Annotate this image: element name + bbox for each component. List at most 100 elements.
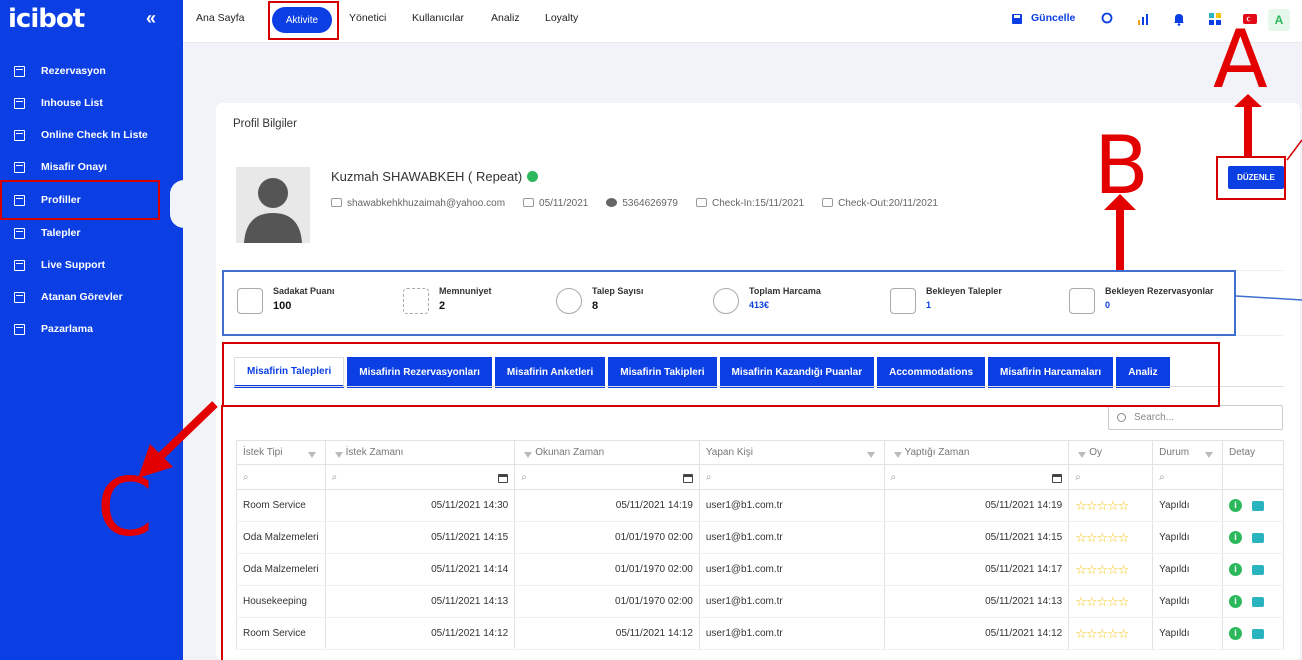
- filter-cell[interactable]: ⌕: [514, 464, 700, 490]
- column-header[interactable]: İstek Zamanı: [324, 440, 516, 465]
- save-icon[interactable]: [1011, 13, 1023, 25]
- sidebar-item-rezervasyon[interactable]: Rezervasyon: [0, 55, 183, 87]
- stat-loyalty-points: Sadakat Puanı 100: [237, 286, 335, 314]
- tab-misafirin-rezervasyonlari[interactable]: Misafirin Rezervasyonları: [347, 357, 492, 388]
- column-header[interactable]: Yaptığı Zaman: [883, 440, 1070, 465]
- tab-loyalty[interactable]: Loyalty: [545, 12, 578, 24]
- document-icon: [237, 288, 263, 314]
- cell-rating[interactable]: ☆☆☆☆☆: [1068, 585, 1154, 618]
- info-icon[interactable]: i: [1229, 499, 1242, 512]
- bell-icon[interactable]: [1171, 11, 1187, 27]
- tab-ana-sayfa[interactable]: Ana Sayfa: [196, 12, 244, 24]
- sidebar-item-live-support[interactable]: Live Support: [0, 249, 183, 281]
- calendar-icon[interactable]: [682, 473, 693, 483]
- filter-icon[interactable]: [524, 452, 533, 458]
- cell-rating[interactable]: ☆☆☆☆☆: [1068, 617, 1154, 650]
- filter-cell[interactable]: ⌕: [324, 464, 516, 490]
- stat-value: 2: [439, 300, 446, 312]
- sidebar-item-inhouse-list[interactable]: Inhouse List: [0, 87, 183, 119]
- sidebar-item-online-check-in[interactable]: Online Check In Liste: [0, 119, 183, 151]
- calendar-icon[interactable]: [1052, 473, 1063, 483]
- star-rating-icon[interactable]: ☆☆☆☆☆: [1075, 498, 1129, 513]
- guest-phone: 5364626979: [622, 198, 678, 209]
- cell-rating[interactable]: ☆☆☆☆☆: [1068, 489, 1154, 522]
- column-header[interactable]: İstek Tipi: [236, 440, 326, 465]
- sidebar-item-talepler[interactable]: Talepler: [0, 217, 183, 249]
- filter-icon[interactable]: [893, 452, 902, 458]
- user-avatar[interactable]: A: [1268, 9, 1290, 31]
- search-input[interactable]: Search...: [1108, 405, 1283, 430]
- chat-icon[interactable]: [1252, 628, 1264, 639]
- cell-okunan: 01/01/1970 02:00: [514, 585, 700, 618]
- chat-icon[interactable]: [1252, 500, 1264, 511]
- sidebar-item-label: Live Support: [41, 259, 106, 271]
- filter-icon[interactable]: [866, 452, 875, 458]
- cell-rating[interactable]: ☆☆☆☆☆: [1068, 521, 1154, 554]
- info-icon[interactable]: i: [1229, 627, 1242, 640]
- tab-analiz[interactable]: Analiz: [491, 12, 520, 24]
- filter-cell[interactable]: ⌕: [1068, 464, 1154, 490]
- column-header[interactable]: Oy: [1068, 440, 1154, 465]
- filter-icon[interactable]: [334, 452, 343, 458]
- cell-istek: 05/11/2021 14:14: [324, 553, 516, 586]
- tab-accommodations[interactable]: Accommodations: [877, 357, 986, 388]
- stat-request-count: Talep Sayısı 8: [556, 286, 643, 314]
- table-row[interactable]: Room Service 05/11/2021 14:12 05/11/2021…: [236, 617, 1284, 650]
- annotation-letter-b: B: [1094, 119, 1149, 212]
- sidebar-item-label: Atanan Görevler: [41, 291, 123, 303]
- chart-icon[interactable]: [1135, 11, 1151, 27]
- column-header[interactable]: Okunan Zaman: [514, 440, 700, 465]
- star-rating-icon[interactable]: ☆☆☆☆☆: [1075, 626, 1129, 641]
- star-rating-icon[interactable]: ☆☆☆☆☆: [1075, 594, 1129, 609]
- chat-icon[interactable]: [1252, 532, 1264, 543]
- table-row[interactable]: Housekeeping 05/11/2021 14:13 01/01/1970…: [236, 585, 1284, 618]
- filter-cell[interactable]: ⌕: [698, 464, 885, 490]
- filter-cell[interactable]: ⌕: [883, 464, 1070, 490]
- info-icon[interactable]: i: [1229, 531, 1242, 544]
- star-rating-icon[interactable]: ☆☆☆☆☆: [1075, 562, 1129, 577]
- star-rating-icon[interactable]: ☆☆☆☆☆: [1075, 530, 1129, 545]
- sidebar-item-label: Rezervasyon: [41, 65, 106, 77]
- column-header[interactable]: Durum: [1152, 440, 1223, 465]
- sidebar-item-atanan-gorevler[interactable]: Atanan Görevler: [0, 281, 183, 313]
- tab-aktivite[interactable]: Aktivite: [272, 7, 332, 33]
- filter-icon[interactable]: [307, 452, 316, 458]
- stat-value: 8: [592, 300, 599, 312]
- chat-icon[interactable]: [1252, 596, 1264, 607]
- table-row[interactable]: Room Service 05/11/2021 14:30 05/11/2021…: [236, 489, 1284, 522]
- collapse-sidebar-icon[interactable]: «: [146, 8, 156, 29]
- search-icon[interactable]: [1100, 11, 1116, 27]
- guest-tabs: Misafirin Talepleri Misafirin Rezervasyo…: [234, 357, 1170, 388]
- stat-pending-requests: Bekleyen Talepler 1: [890, 286, 1002, 314]
- tab-misafirin-anketleri[interactable]: Misafirin Anketleri: [494, 357, 606, 388]
- sidebar-item-label: Pazarlama: [41, 323, 93, 335]
- cell-rating[interactable]: ☆☆☆☆☆: [1068, 553, 1154, 586]
- tab-misafirin-talepleri[interactable]: Misafirin Talepleri: [234, 357, 345, 388]
- info-icon[interactable]: i: [1229, 563, 1242, 576]
- info-icon[interactable]: i: [1229, 595, 1242, 608]
- filter-cell[interactable]: ⌕: [1152, 464, 1223, 490]
- chat-icon[interactable]: [1252, 564, 1264, 575]
- sidebar-item-label: Online Check In Liste: [41, 129, 148, 141]
- filter-icon[interactable]: [1078, 452, 1087, 458]
- tab-kullanicilar[interactable]: Kullanıcılar: [412, 12, 464, 24]
- tab-analiz[interactable]: Analiz: [1116, 357, 1170, 388]
- tab-misafirin-takipleri[interactable]: Misafirin Takipleri: [608, 357, 717, 388]
- column-header[interactable]: Yapan Kişi: [698, 440, 885, 465]
- edit-button[interactable]: DÜZENLE: [1228, 166, 1284, 189]
- tab-misafirin-kazandigi-puanlar[interactable]: Misafirin Kazandığı Puanlar: [719, 357, 875, 388]
- table-row[interactable]: Oda Malzemeleri 05/11/2021 14:14 01/01/1…: [236, 553, 1284, 586]
- tab-misafirin-harcamalari[interactable]: Misafirin Harcamaları: [988, 357, 1114, 388]
- update-button[interactable]: Güncelle: [1031, 12, 1075, 24]
- tab-yonetici[interactable]: Yönetici: [349, 12, 386, 24]
- sidebar-item-pazarlama[interactable]: Pazarlama: [0, 313, 183, 345]
- filter-icon[interactable]: [1205, 452, 1213, 458]
- stat-satisfaction: Memnuniyet 2: [403, 286, 492, 314]
- calendar-icon[interactable]: [498, 473, 509, 483]
- sidebar-item-misafir-onayi[interactable]: Misafir Onayı: [0, 151, 183, 183]
- header-label: Oy: [1089, 447, 1102, 458]
- search-icon: [1117, 413, 1126, 422]
- sidebar-item-profiller[interactable]: Profiller: [0, 184, 183, 216]
- filter-cell[interactable]: ⌕: [236, 464, 326, 490]
- table-row[interactable]: Oda Malzemeleri 05/11/2021 14:15 01/01/1…: [236, 521, 1284, 554]
